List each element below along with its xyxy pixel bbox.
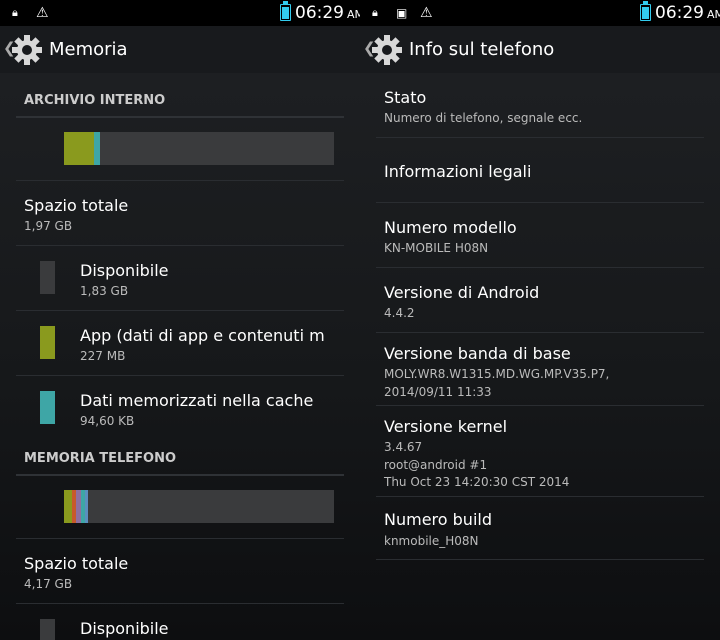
- usage-segment: [64, 490, 72, 523]
- available-swatch: [40, 261, 55, 294]
- total-space-value: 4,17 GB: [24, 577, 73, 591]
- lock-icon: 🔒︎: [12, 6, 18, 19]
- apps-label: App (dati di app e contenuti mu: [80, 326, 326, 345]
- divider: [376, 202, 704, 203]
- divider: [16, 245, 344, 246]
- usage-segment: [85, 490, 88, 523]
- cache-swatch: [40, 391, 55, 424]
- kernel-version-title: Versione kernel: [384, 417, 508, 436]
- kernel-version-line: root@android #1: [384, 458, 488, 472]
- baseband-version-line: 2014/09/11 11:33: [384, 385, 492, 399]
- battery-icon: [280, 1, 291, 21]
- divider: [376, 137, 704, 138]
- status-bar: 🔒︎ ⚠ 06:29 AM: [0, 0, 360, 26]
- divider: [16, 375, 344, 376]
- image-icon: ▣: [396, 6, 408, 20]
- usage-segment: [64, 132, 94, 165]
- total-space-value: 1,97 GB: [24, 219, 73, 233]
- divider: [16, 538, 344, 539]
- available-value: 1,83 GB: [80, 284, 129, 298]
- status-sub: Numero di telefono, segnale ecc.: [384, 111, 583, 125]
- baseband-version-title: Versione banda di base: [384, 344, 571, 363]
- baseband-version-line: MOLY.WR8.W1315.MD.WG.MP.V35.P7,: [384, 367, 610, 381]
- action-bar[interactable]: ❮ Memoria: [0, 26, 360, 73]
- kernel-version-line: 3.4.67: [384, 440, 423, 454]
- cache-value: 94,60 KB: [80, 414, 135, 428]
- settings-gear-icon[interactable]: [11, 34, 43, 66]
- android-version-value: 4.4.2: [384, 306, 415, 320]
- page-title: Memoria: [49, 39, 128, 60]
- lock-icon: 🔒︎: [372, 6, 378, 19]
- usage-segment: [94, 132, 100, 165]
- legal-info-title: Informazioni legali: [384, 162, 532, 181]
- divider: [376, 267, 704, 268]
- warning-icon: ⚠: [420, 5, 433, 21]
- build-number-value: knmobile_H08N: [384, 534, 479, 548]
- internal-usage-bar: [64, 132, 334, 165]
- available-swatch: [40, 619, 55, 640]
- divider: [376, 496, 704, 497]
- divider: [376, 559, 704, 560]
- section-rule: [16, 474, 344, 476]
- phone-usage-bar: [64, 490, 334, 523]
- apps-swatch: [40, 326, 55, 359]
- divider: [16, 310, 344, 311]
- section-header-internal: ARCHIVIO INTERNO: [24, 93, 166, 108]
- total-space-label: Spazio totale: [24, 196, 129, 215]
- section-header-phone: MEMORIA TELEFONO: [24, 451, 177, 466]
- divider: [16, 603, 344, 604]
- divider: [16, 180, 344, 181]
- warning-icon: ⚠: [36, 5, 49, 21]
- kernel-version-line: Thu Oct 23 14:20:30 CST 2014: [384, 475, 570, 489]
- status-title: Stato: [384, 88, 427, 107]
- build-number-title: Numero build: [384, 510, 492, 529]
- settings-gear-icon[interactable]: [371, 34, 403, 66]
- status-time: 06:29 AM: [295, 3, 360, 23]
- memory-screen: 🔒︎ ⚠ 06:29 AM ❮ Memoria ARCHIVIO INTERNO …: [0, 0, 360, 640]
- available-label: Disponibile: [80, 261, 169, 280]
- page-title: Info sul telefono: [409, 39, 555, 60]
- model-number-title: Numero modello: [384, 218, 517, 237]
- android-version-title: Versione di Android: [384, 283, 540, 302]
- section-rule: [16, 116, 344, 118]
- divider: [376, 332, 704, 333]
- available-label: Disponibile: [80, 619, 169, 638]
- status-bar: 🔒︎ ▣ ⚠ 06:29 AM: [360, 0, 720, 26]
- status-time: 06:29 AM: [655, 3, 720, 23]
- divider: [376, 405, 704, 406]
- cache-label: Dati memorizzati nella cache: [80, 391, 314, 410]
- total-space-label: Spazio totale: [24, 554, 129, 573]
- action-bar[interactable]: ❮ Info sul telefono: [360, 26, 720, 73]
- phone-info-screen: 🔒︎ ▣ ⚠ 06:29 AM ❮ Info sul telefono Stato…: [360, 0, 720, 640]
- apps-value: 227 MB: [80, 349, 126, 363]
- model-number-value: KN-MOBILE H08N: [384, 241, 489, 255]
- battery-icon: [640, 1, 651, 21]
